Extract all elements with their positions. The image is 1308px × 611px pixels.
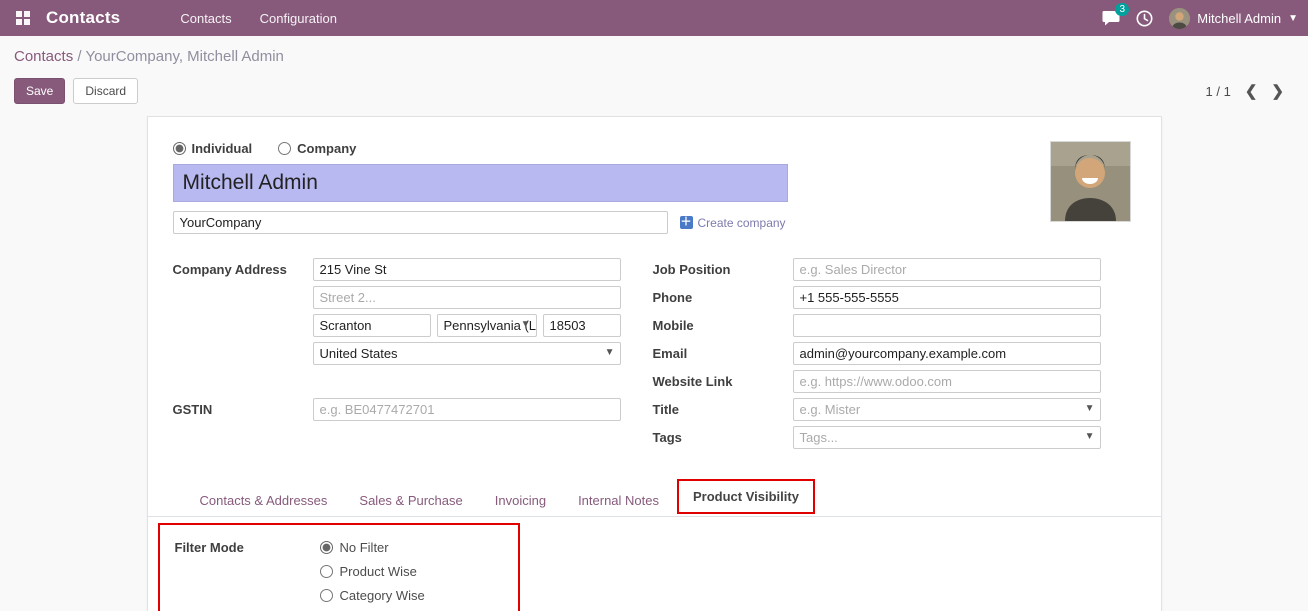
user-menu-caret-icon: ▼ (1288, 13, 1298, 24)
website-input[interactable] (793, 370, 1101, 393)
activities-button[interactable] (1136, 10, 1153, 27)
title-select[interactable]: e.g. Mister ▼ (793, 398, 1101, 421)
menu-item-contacts[interactable]: Contacts (168, 2, 243, 35)
mobile-input[interactable] (793, 314, 1101, 337)
mobile-label: Mobile (653, 318, 793, 333)
gstin-input[interactable] (313, 398, 621, 421)
tab-product-visibility[interactable]: Product Visibility (677, 479, 815, 514)
messages-badge: 3 (1115, 3, 1129, 16)
notebook-tabs: Contacts & Addresses Sales & Purchase In… (148, 479, 1161, 517)
chevron-left-icon[interactable]: ❮ (1245, 82, 1258, 100)
user-name: Mitchell Admin (1197, 11, 1281, 26)
no-filter-label: No Filter (340, 540, 389, 555)
email-label: Email (653, 346, 793, 361)
tab-internal-notes[interactable]: Internal Notes (564, 485, 673, 516)
apps-grid-icon (16, 11, 30, 25)
app-name: Contacts (46, 8, 120, 28)
title-label: Title (653, 402, 793, 417)
individual-radio-label: Individual (192, 141, 253, 156)
job-position-label: Job Position (653, 262, 793, 277)
details-group: Job Position Phone Mobile Email Website … (653, 258, 1101, 449)
save-button[interactable]: Save (14, 78, 65, 104)
country-select[interactable]: United States ▼ (313, 342, 621, 365)
tab-sales-purchase[interactable]: Sales & Purchase (345, 485, 476, 516)
tab-invoicing[interactable]: Invoicing (481, 485, 560, 516)
title-placeholder: e.g. Mister (800, 402, 861, 417)
city-input[interactable] (313, 314, 431, 337)
radio-company[interactable]: Company (278, 141, 356, 156)
address-group: Company Address Pennsylvania (L ▼ United… (173, 258, 621, 449)
discard-button[interactable]: Discard (73, 78, 138, 104)
street2-input[interactable] (313, 286, 621, 309)
no-filter-radio-input[interactable] (320, 541, 333, 554)
email-input[interactable] (793, 342, 1101, 365)
tags-label: Tags (653, 430, 793, 445)
control-panel: Contacts / YourCompany, Mitchell Admin S… (0, 36, 1308, 104)
contact-name-input[interactable]: Mitchell Admin (173, 164, 788, 202)
phone-label: Phone (653, 290, 793, 305)
tags-select[interactable]: Tags... ▼ (793, 426, 1101, 449)
category-wise-radio-input[interactable] (320, 589, 333, 602)
title-caret-icon: ▼ (1085, 403, 1095, 414)
job-position-input[interactable] (793, 258, 1101, 281)
individual-radio-input[interactable] (173, 142, 186, 155)
street-input[interactable] (313, 258, 621, 281)
apps-menu-icon[interactable] (10, 5, 36, 31)
phone-input[interactable] (793, 286, 1101, 309)
create-company-label: Create company (698, 216, 786, 230)
radio-no-filter[interactable]: No Filter (320, 540, 425, 555)
gstin-label: GSTIN (173, 398, 313, 417)
state-caret-icon: ▼ (521, 319, 531, 330)
app-menu: Contacts Configuration (168, 2, 349, 35)
pager: 1 / 1 ❮ ❯ (1206, 82, 1292, 100)
breadcrumb-current: YourCompany, Mitchell Admin (85, 48, 283, 65)
top-navbar: Contacts Contacts Configuration 3 Mitche… (0, 0, 1308, 36)
chevron-right-icon[interactable]: ❯ (1271, 82, 1284, 100)
product-wise-radio-input[interactable] (320, 565, 333, 578)
state-select[interactable]: Pennsylvania (L ▼ (437, 314, 537, 337)
contact-type-radios: Individual Company (173, 141, 1136, 156)
content-area: Individual Company Mitchell Admin ＋ Crea… (0, 104, 1308, 603)
tags-placeholder: Tags... (800, 430, 838, 445)
breadcrumb-parent-link[interactable]: Contacts (14, 48, 73, 65)
user-avatar (1169, 8, 1190, 29)
filter-mode-annotation-box: Filter Mode No Filter Product Wise Categ… (158, 523, 520, 611)
radio-product-wise[interactable]: Product Wise (320, 564, 425, 579)
pager-counter: 1 / 1 (1206, 84, 1231, 99)
create-company-plus-icon: ＋ (680, 216, 693, 229)
contact-name-value: Mitchell Admin (183, 171, 318, 195)
country-caret-icon: ▼ (605, 347, 615, 358)
tags-caret-icon: ▼ (1085, 431, 1095, 442)
filter-mode-radios: No Filter Product Wise Category Wise (320, 540, 425, 603)
create-company-link[interactable]: ＋ Create company (680, 216, 786, 230)
contact-photo-image (1051, 142, 1130, 221)
breadcrumb: Contacts / YourCompany, Mitchell Admin (14, 48, 1292, 65)
messages-button[interactable]: 3 (1102, 10, 1120, 26)
country-value: United States (320, 346, 398, 361)
zip-input[interactable] (543, 314, 621, 337)
company-address-label: Company Address (173, 258, 313, 277)
radio-category-wise[interactable]: Category Wise (320, 588, 425, 603)
contact-form-sheet: Individual Company Mitchell Admin ＋ Crea… (147, 116, 1162, 611)
website-label: Website Link (653, 374, 793, 389)
category-wise-label: Category Wise (340, 588, 425, 603)
company-radio-input[interactable] (278, 142, 291, 155)
tab-contacts-addresses[interactable]: Contacts & Addresses (186, 485, 342, 516)
filter-mode-label: Filter Mode (175, 540, 320, 603)
company-radio-label: Company (297, 141, 356, 156)
radio-individual[interactable]: Individual (173, 141, 253, 156)
activity-clock-icon (1136, 10, 1153, 27)
product-wise-label: Product Wise (340, 564, 417, 579)
user-menu[interactable]: Mitchell Admin ▼ (1169, 8, 1298, 29)
contact-photo[interactable] (1050, 141, 1131, 222)
menu-item-configuration[interactable]: Configuration (248, 2, 349, 35)
company-name-input[interactable] (173, 211, 668, 234)
